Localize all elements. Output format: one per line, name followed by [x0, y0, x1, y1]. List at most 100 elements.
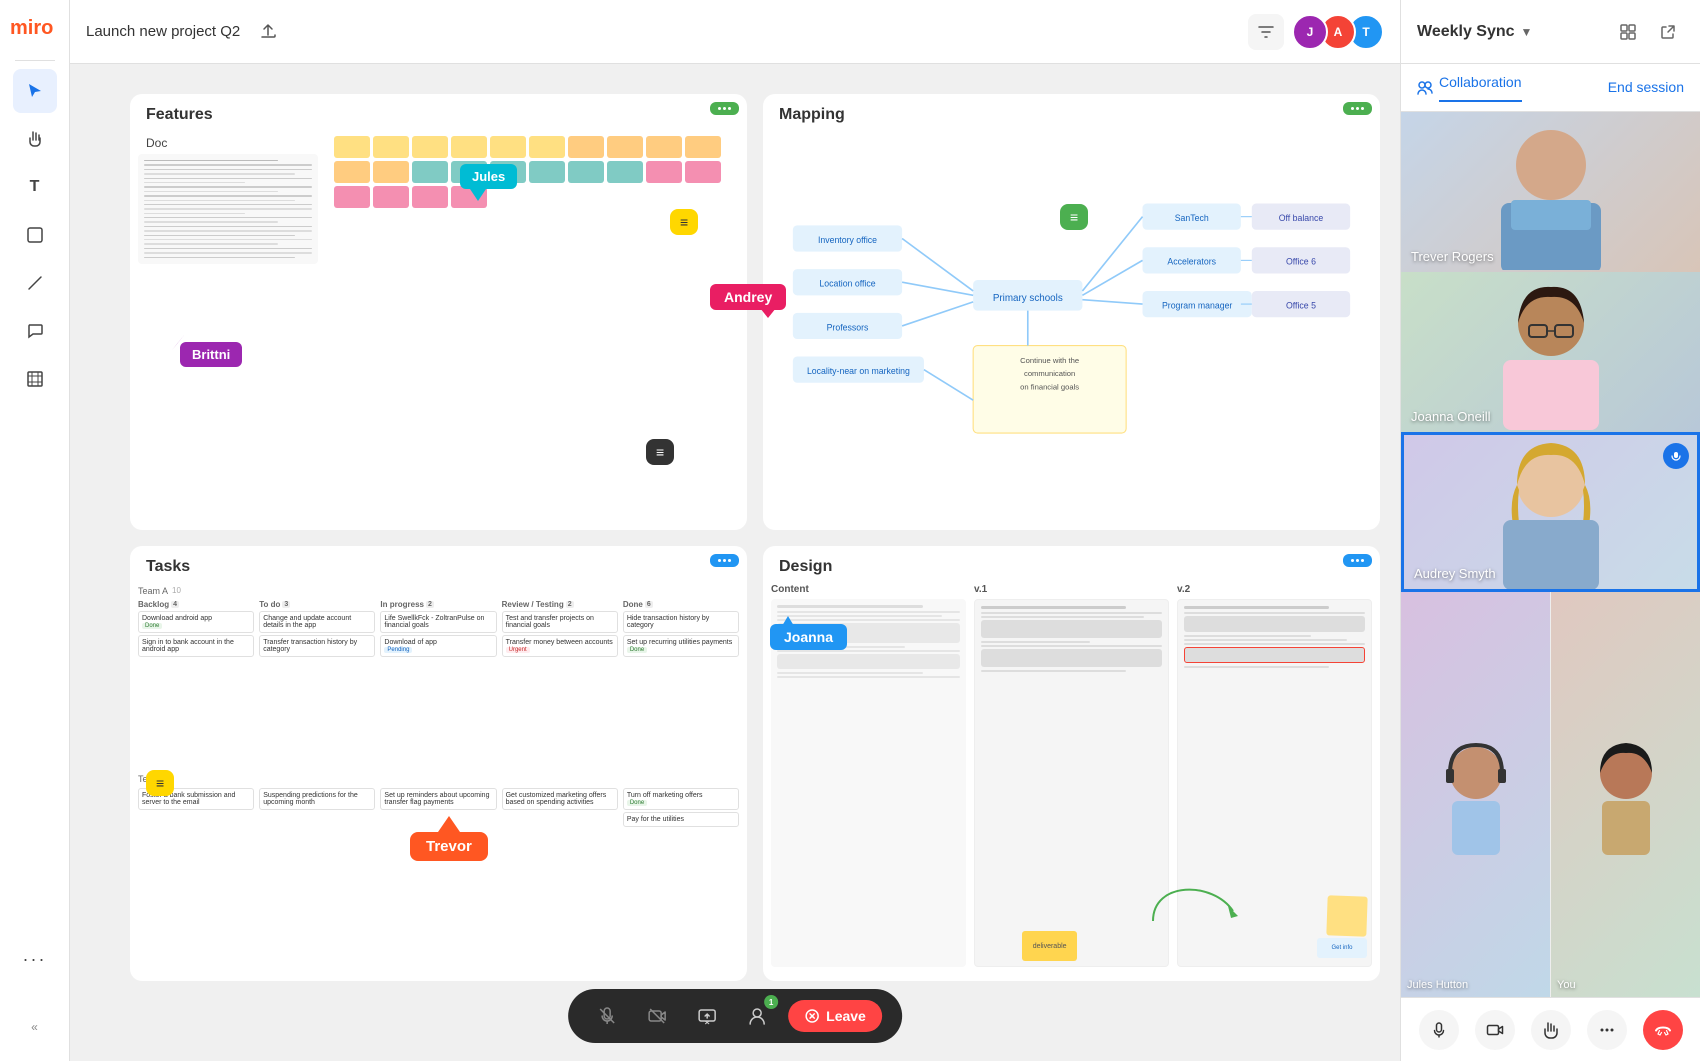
video-cell-audrey: Audrey Smyth — [1401, 432, 1700, 592]
svg-text:communication: communication — [1024, 369, 1075, 378]
team-b-label: Team B — [138, 770, 739, 788]
header-avatars: J A T — [1292, 14, 1384, 50]
end-session-btn[interactable]: End session — [1608, 79, 1684, 97]
filter-btn[interactable] — [1248, 14, 1284, 50]
andrey-cursor: Andrey — [710, 284, 786, 310]
upload-btn[interactable] — [252, 16, 284, 48]
more-tools-btn[interactable]: ··· — [13, 937, 57, 981]
design-section: Design Content — [763, 546, 1380, 982]
right-panel: Weekly Sync ▼ Collaboration End session — [1400, 0, 1700, 1061]
svg-text:Locality-near on marketing: Locality-near on marketing — [807, 366, 910, 376]
hand-tool-btn[interactable] — [13, 117, 57, 161]
you-name: You — [1557, 979, 1576, 991]
mapping-title: Mapping — [763, 94, 1380, 132]
leave-btn[interactable]: Leave — [788, 1000, 882, 1032]
panel-camera-btn[interactable] — [1475, 1010, 1515, 1050]
people-btn[interactable]: 1 — [738, 997, 776, 1035]
panel-more-btn[interactable] — [1587, 1010, 1627, 1050]
svg-text:Professors: Professors — [827, 322, 869, 332]
sticky-tool-btn[interactable] — [13, 213, 57, 257]
trevor-cursor: Trevor — [410, 832, 488, 861]
chat-bubble-2[interactable]: ≡ — [1060, 204, 1088, 230]
task-b-card-5: Turn off marketing offers Done — [623, 788, 739, 810]
joanna-cursor: Joanna — [770, 624, 847, 650]
chat-bubble-3[interactable]: ≡ — [646, 439, 674, 465]
design-menu-btn[interactable] — [1343, 554, 1372, 567]
panel-title-area: Weekly Sync ▼ — [1417, 23, 1604, 41]
design-content: Content — [763, 584, 1380, 976]
task-b-card-4: Get customized marketing offers based on… — [502, 788, 618, 810]
collaboration-tab[interactable]: Collaboration — [1417, 74, 1522, 102]
task-card-2: Sign in to bank account in the android a… — [138, 635, 254, 657]
team-a-kanban: Backlog 4 Download android app Done Sign… — [138, 600, 739, 764]
main-area: Launch new project Q2 J A T Features — [70, 0, 1400, 1061]
panel-controls — [1401, 997, 1700, 1061]
text-tool-btn[interactable]: T — [13, 165, 57, 209]
mapping-section: Mapping Primary schools Inven — [763, 94, 1380, 530]
task-card-8: Transfer money between accounts Urgent — [502, 635, 618, 657]
task-card-10: Set up recurring utilities payments Done — [623, 635, 739, 657]
features-menu-btn[interactable] — [710, 102, 739, 115]
panel-mic-btn[interactable] — [1419, 1010, 1459, 1050]
chat-bubble-1[interactable]: ≡ — [670, 209, 698, 235]
trevor-label: Trevor — [410, 832, 488, 861]
end-session-label: End session — [1608, 79, 1684, 95]
mapping-menu-btn[interactable] — [1343, 102, 1372, 115]
frame-tool-btn[interactable] — [13, 357, 57, 401]
expand-btn[interactable]: « — [13, 1005, 57, 1049]
jules-name: Jules Hutton — [1407, 979, 1468, 991]
tasks-menu-btn[interactable] — [710, 554, 739, 567]
meeting-toolbar: 1 Leave — [568, 989, 902, 1043]
jules-cursor: Jules — [460, 164, 517, 201]
panel-end-call-btn[interactable] — [1643, 1010, 1683, 1050]
board-grid: Features Doc — [130, 94, 1380, 981]
comment-tool-btn[interactable] — [13, 309, 57, 353]
svg-text:on financial goals: on financial goals — [1020, 382, 1079, 391]
cursor-tool-btn[interactable] — [13, 69, 57, 113]
task-card-9: Hide transaction history by category — [623, 611, 739, 633]
svg-text:Office 5: Office 5 — [1286, 300, 1316, 310]
svg-text:miro: miro — [10, 17, 53, 39]
task-card-7: Test and transfer projects on financial … — [502, 611, 618, 633]
video-cell-jules: Jules Hutton — [1401, 592, 1551, 997]
video-cell-you: You — [1551, 592, 1700, 997]
panel-dropdown-icon[interactable]: ▼ — [1521, 25, 1533, 39]
task-b-card-2: Suspending predictions for the upcoming … — [259, 788, 375, 810]
panel-tabs: Collaboration End session — [1401, 64, 1700, 112]
bottom-video-row: Jules Hutton You — [1401, 592, 1700, 997]
jules-label: Jules — [460, 164, 517, 189]
share-btn[interactable] — [688, 997, 726, 1035]
person-audrey — [1481, 435, 1621, 590]
video-cell-trever: Trever Rogers — [1401, 112, 1700, 272]
design-arrow — [1133, 861, 1253, 941]
svg-text:Accelerators: Accelerators — [1167, 257, 1216, 267]
svg-text:Continue with the: Continue with the — [1020, 356, 1079, 365]
notification-badge: 1 — [764, 995, 778, 1009]
joanna-arrow — [782, 616, 798, 626]
panel-hand-btn[interactable] — [1531, 1010, 1571, 1050]
video-participants: Trever Rogers Joanna Oneill — [1401, 112, 1700, 997]
canvas-area[interactable]: Features Doc — [70, 64, 1400, 1061]
task-card-1: Download android app Done — [138, 611, 254, 633]
trever-name: Trever Rogers — [1411, 249, 1494, 264]
svg-text:Location office: Location office — [819, 279, 875, 289]
speaking-icon — [1663, 443, 1689, 469]
design-title: Design — [763, 546, 1380, 584]
team-a-label: Team A 10 — [138, 584, 739, 600]
video-cell-joanna: Joanna Oneill — [1401, 272, 1700, 432]
brittni-arrow — [170, 332, 190, 352]
mindmap-svg: Primary schools Inventory office Locatio… — [771, 132, 1372, 516]
person-jules — [1436, 735, 1516, 855]
chat-bubble-4[interactable]: ≡ — [146, 770, 174, 796]
panel-grid-btn[interactable] — [1612, 16, 1644, 48]
line-tool-btn[interactable] — [13, 261, 57, 305]
svg-text:Office 6: Office 6 — [1286, 257, 1316, 267]
tasks-section: Tasks Team A 10 — [130, 546, 747, 982]
top-header: Launch new project Q2 J A T — [70, 0, 1400, 64]
project-title: Launch new project Q2 — [86, 23, 240, 40]
svg-text:Inventory office: Inventory office — [818, 235, 877, 245]
panel-external-btn[interactable] — [1652, 16, 1684, 48]
svg-text:Off balance: Off balance — [1279, 213, 1324, 223]
mic-btn[interactable] — [588, 997, 626, 1035]
camera-btn[interactable] — [638, 997, 676, 1035]
